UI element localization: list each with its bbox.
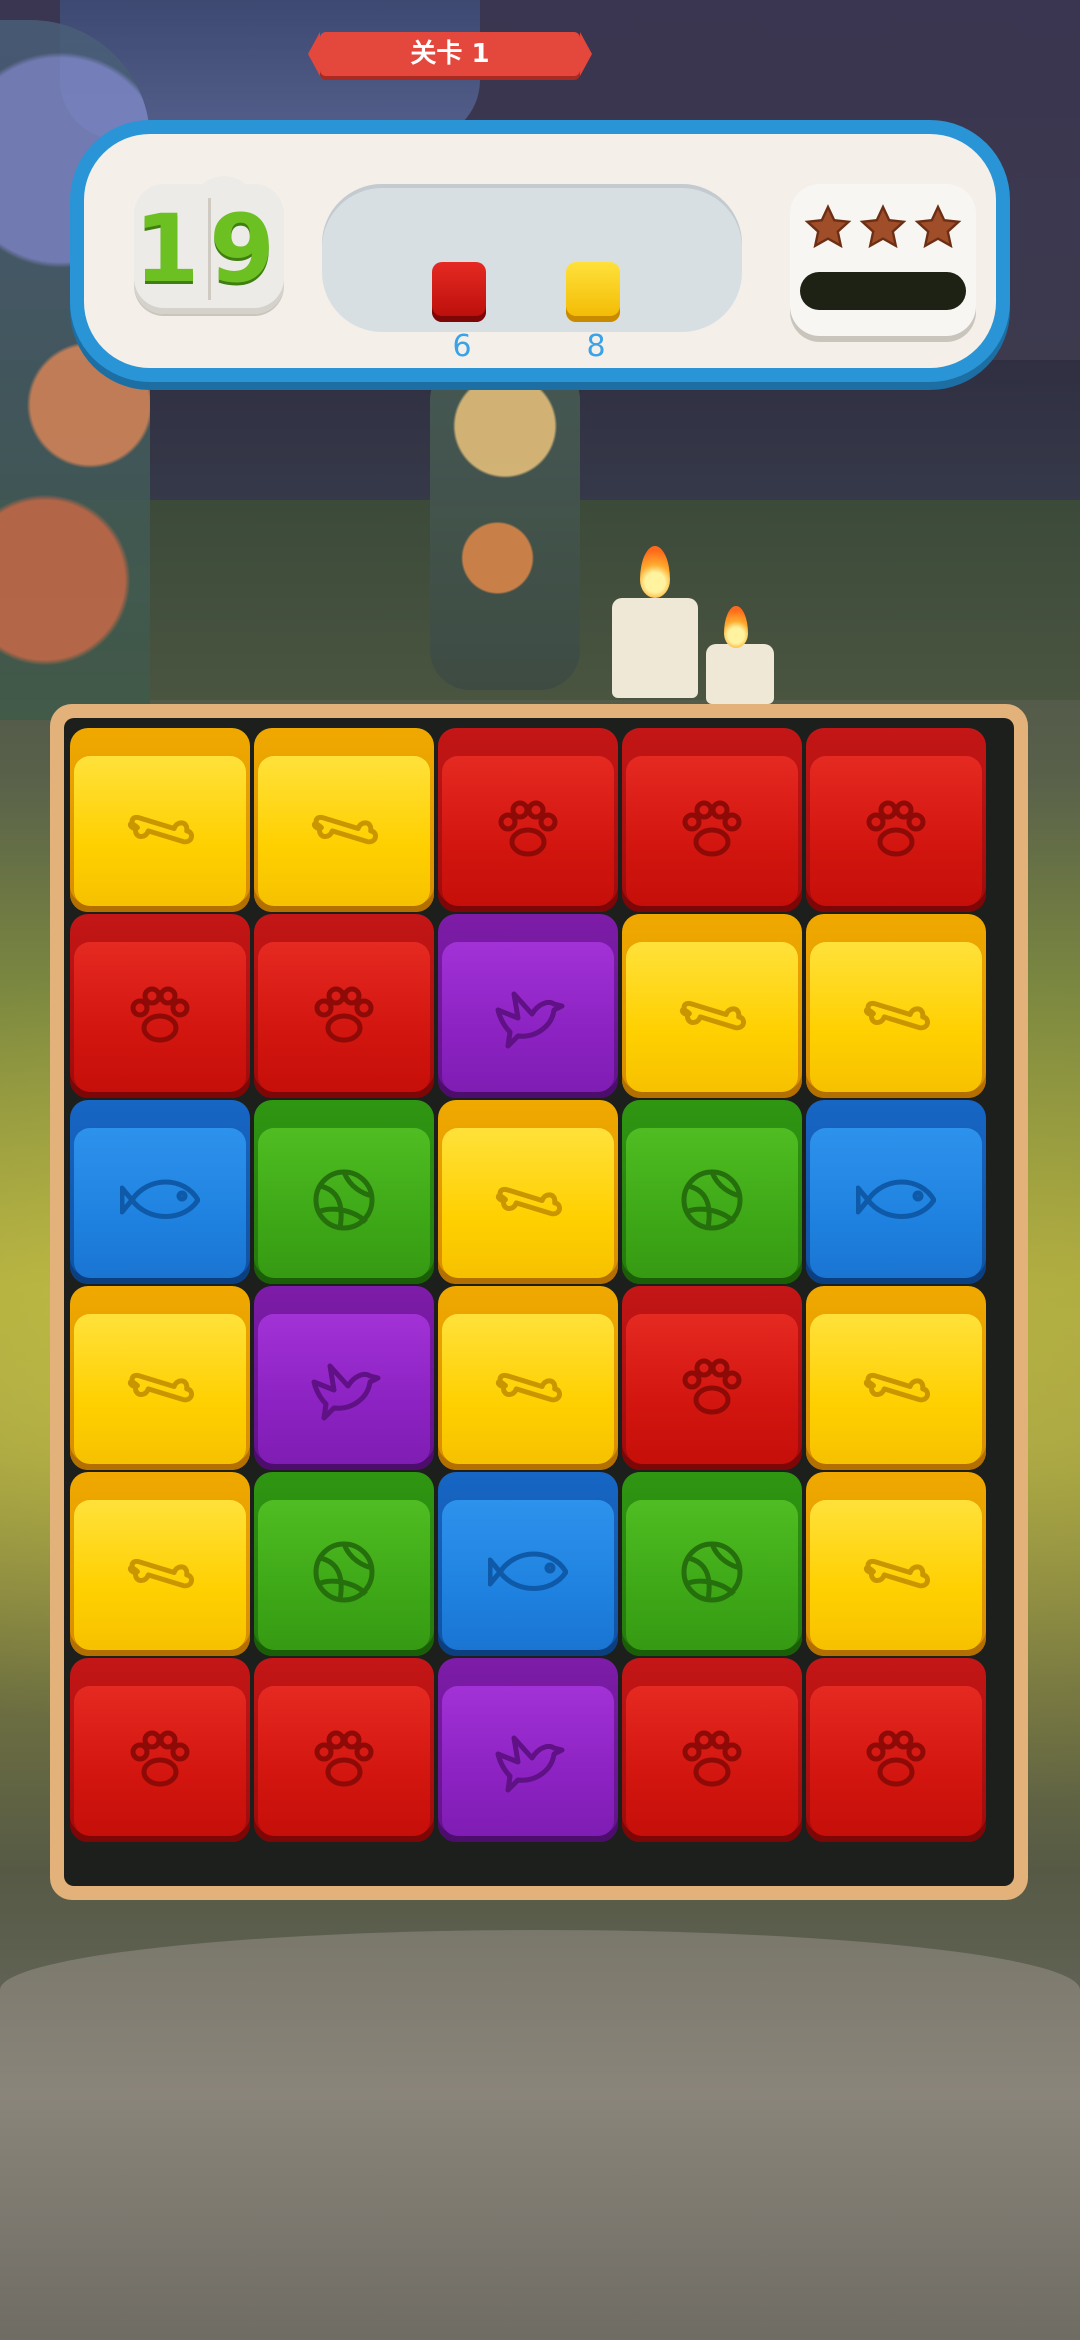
paw-icon [498, 800, 558, 857]
star-progress [790, 184, 976, 336]
goal-yellow-count: 8 [586, 329, 606, 364]
tile-green-ball[interactable] [254, 1100, 434, 1284]
tile-yellow-bone[interactable] [438, 1100, 618, 1284]
paw-icon [314, 986, 374, 1043]
hud-panel: ● 19 6 8 [84, 134, 996, 368]
star-icon [914, 204, 962, 249]
tile-red-paw[interactable] [806, 728, 986, 912]
tile-red-paw[interactable] [806, 1658, 986, 1842]
fish-icon [856, 1179, 936, 1219]
level-label: 关卡 1 [410, 39, 490, 69]
tile-red-paw[interactable] [70, 1658, 250, 1842]
ball-icon [313, 1541, 375, 1603]
tile-red-paw[interactable] [622, 728, 802, 912]
red-cube-icon [432, 262, 486, 322]
bone-icon [679, 1000, 746, 1031]
yellow-cube-icon [566, 262, 620, 322]
tile-yellow-bone[interactable] [806, 914, 986, 1098]
moves-left: 19 [134, 195, 285, 304]
paw-icon [314, 1730, 374, 1787]
tile-green-ball[interactable] [622, 1100, 802, 1284]
bone-icon [127, 814, 194, 845]
background-plaza [0, 1930, 1080, 2340]
bone-icon [311, 814, 378, 845]
fish-icon [488, 1551, 568, 1591]
tile-yellow-bone[interactable] [438, 1286, 618, 1470]
board-grid [64, 718, 1014, 1886]
candle-small [706, 644, 774, 704]
tile-red-paw[interactable] [254, 1658, 434, 1842]
top-hud: ● 19 6 8 [70, 120, 1010, 382]
bone-icon [863, 1558, 930, 1589]
bone-icon [127, 1558, 194, 1589]
candle-large [612, 598, 698, 698]
bone-icon [127, 1372, 194, 1403]
paw-icon [682, 1358, 742, 1415]
star-icon [859, 204, 907, 249]
paw-icon [866, 1730, 926, 1787]
tile-blue-fish[interactable] [806, 1100, 986, 1284]
tile-green-ball[interactable] [622, 1472, 802, 1656]
paw-icon [130, 1730, 190, 1787]
ball-icon [313, 1169, 375, 1231]
tile-red-paw[interactable] [622, 1658, 802, 1842]
fish-icon [120, 1179, 200, 1219]
paw-icon [130, 986, 190, 1043]
goal-red: 6 [432, 262, 492, 364]
tile-yellow-bone[interactable] [70, 728, 250, 912]
bird-icon [495, 1735, 565, 1793]
tile-green-ball[interactable] [254, 1472, 434, 1656]
goal-panel: 6 8 [322, 184, 742, 364]
bird-icon [311, 1363, 381, 1421]
tile-purple-bird[interactable] [438, 1658, 618, 1842]
paw-icon [682, 1730, 742, 1787]
tile-purple-bird[interactable] [254, 1286, 434, 1470]
bird-icon [495, 991, 565, 1049]
tile-red-paw[interactable] [438, 728, 618, 912]
game-board [50, 704, 1028, 1900]
paw-icon [866, 800, 926, 857]
tile-red-paw[interactable] [70, 914, 250, 1098]
goal-yellow: 8 [566, 262, 626, 364]
tile-red-paw[interactable] [254, 914, 434, 1098]
score-progress-bar [800, 272, 966, 310]
bone-icon [495, 1372, 562, 1403]
tile-yellow-bone[interactable] [70, 1472, 250, 1656]
goal-red-count: 6 [452, 329, 472, 364]
bone-icon [863, 1372, 930, 1403]
tile-purple-bird[interactable] [438, 914, 618, 1098]
bone-icon [863, 1000, 930, 1031]
paw-icon [682, 800, 742, 857]
bone-icon [495, 1186, 562, 1217]
tile-blue-fish[interactable] [70, 1100, 250, 1284]
tile-yellow-bone[interactable] [254, 728, 434, 912]
tile-yellow-bone[interactable] [70, 1286, 250, 1470]
tile-yellow-bone[interactable] [806, 1472, 986, 1656]
tile-yellow-bone[interactable] [806, 1286, 986, 1470]
tile-blue-fish[interactable] [438, 1472, 618, 1656]
level-banner: 关卡 1 [308, 32, 592, 76]
tile-red-paw[interactable] [622, 1286, 802, 1470]
moves-counter: 19 [134, 184, 284, 314]
flower-arch-right [430, 360, 580, 690]
star-icon [804, 204, 852, 249]
ball-icon [681, 1541, 743, 1603]
tile-yellow-bone[interactable] [622, 914, 802, 1098]
ball-icon [681, 1169, 743, 1231]
